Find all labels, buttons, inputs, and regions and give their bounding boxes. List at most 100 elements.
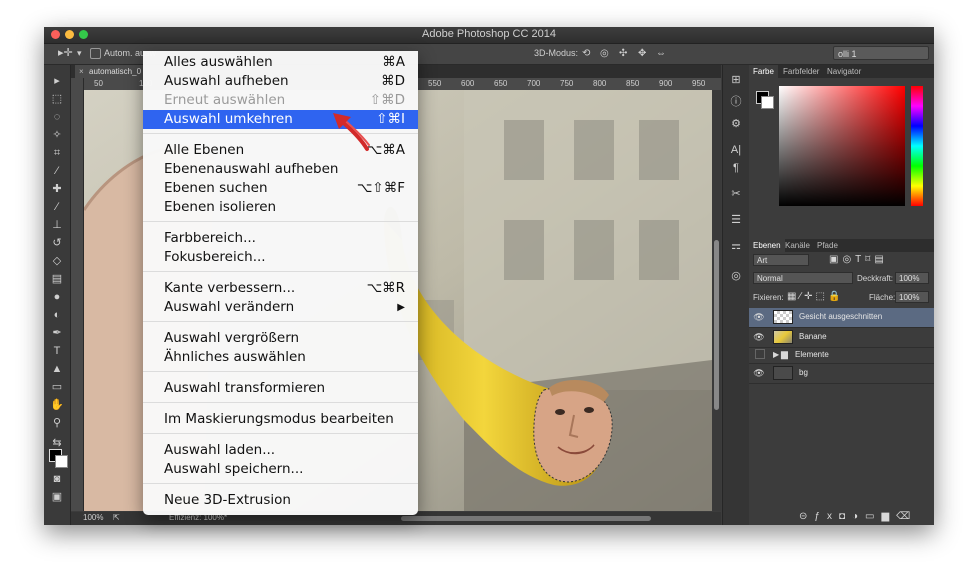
menu-item-deselect-layers[interactable]: Ebenenauswahl aufheben (143, 160, 418, 179)
ruler-tick: 850 (626, 79, 640, 88)
eye-icon[interactable]: 👁 (753, 311, 765, 323)
pen-tool-icon[interactable]: ✒ (48, 325, 66, 341)
move-tool-icon[interactable]: ▸ (48, 73, 66, 89)
layer-row[interactable]: 👁 Banane (749, 328, 934, 348)
shape-tool-icon[interactable]: ▭ (48, 379, 66, 395)
pan-3d-icon[interactable]: ✣ (619, 48, 627, 59)
brush-tool-icon[interactable]: ∕ (48, 199, 66, 215)
gradient-tool-icon[interactable]: ▤ (48, 271, 66, 287)
tab-layers[interactable]: Ebenen (749, 239, 785, 252)
menu-item-refine-edge[interactable]: Kante verbessern... ⌥⌘R (143, 279, 418, 298)
tab-channels[interactable]: Kanäle (781, 239, 814, 252)
clone-stamp-tool-icon[interactable]: ⊥ (48, 217, 66, 233)
tab-swatches[interactable]: Farbfelder (779, 65, 823, 78)
panel-icon-strip: ⊞ ⓘ ⚙ A| ¶ ✂ ☰ ⚎ ◎ (722, 65, 750, 525)
eyedropper-tool-icon[interactable]: ⁄ (48, 163, 66, 179)
menu-item-all-layers[interactable]: Alle Ebenen ⌥⌘A (143, 141, 418, 160)
eye-icon[interactable]: 👁 (753, 331, 765, 343)
menu-item-transform-selection[interactable]: Auswahl transformieren (143, 379, 418, 398)
color-panel-background-swatch[interactable] (761, 96, 774, 109)
menu-item-modify[interactable]: Auswahl verändern ▶ (143, 298, 418, 317)
tab-navigator[interactable]: Navigator (823, 65, 865, 78)
menu-separator (143, 133, 418, 134)
tool-presets-icon[interactable]: ⚙ (728, 117, 744, 132)
menu-item-save-selection[interactable]: Auswahl speichern... (143, 460, 418, 479)
tool-preset-chevron-icon[interactable]: ▾ (77, 48, 82, 59)
layer-row[interactable]: ▶ ▆ Elemente (749, 348, 934, 364)
menu-item-new-3d-extrusion[interactable]: Neue 3D-Extrusion (143, 491, 418, 510)
scroll-thumb[interactable] (714, 240, 719, 410)
tab-paths[interactable]: Pfade (813, 239, 842, 252)
layer-filter-select[interactable]: Art (753, 254, 809, 266)
path-selection-tool-icon[interactable]: ▲ (48, 361, 66, 377)
lock-label: Fixieren: (753, 293, 784, 302)
history-brush-tool-icon[interactable]: ↺ (48, 235, 66, 251)
export-icon[interactable]: ⇱ (113, 513, 120, 522)
layer-thumbnail (773, 330, 793, 344)
menu-item-similar[interactable]: Ähnliches auswählen (143, 348, 418, 367)
marquee-tool-icon[interactable]: ⬚ (48, 91, 66, 107)
hand-tool-icon[interactable]: ✋ (48, 397, 66, 413)
history-panel-icon[interactable]: ⊞ (728, 73, 744, 88)
document-tab-title: automatisch_0 (89, 67, 142, 76)
color-picker-field[interactable] (779, 86, 905, 206)
paragraph-panel-icon[interactable]: ¶ (728, 161, 744, 176)
menu-item-focus-area[interactable]: Fokusbereich... (143, 248, 418, 267)
dodge-tool-icon[interactable]: ◐ (48, 307, 66, 323)
quick-mask-icon[interactable]: ◙ (48, 471, 66, 487)
menu-item-quick-mask[interactable]: Im Maskierungsmodus bearbeiten (143, 410, 418, 429)
layer-row[interactable]: 👁 bg (749, 364, 934, 384)
menu-item-grow[interactable]: Auswahl vergrößern (143, 329, 418, 348)
auto-select-checkbox[interactable] (90, 48, 101, 59)
menu-item-color-range[interactable]: Farbbereich... (143, 229, 418, 248)
background-color-swatch[interactable] (55, 455, 68, 468)
fill-field[interactable]: 100% (895, 291, 929, 303)
eraser-tool-icon[interactable]: ◇ (48, 253, 66, 269)
menu-item-isolate-layers[interactable]: Ebenen isolieren (143, 198, 418, 217)
canvas-horizontal-scrollbar[interactable] (401, 516, 651, 521)
scale-3d-icon[interactable]: ⇔ (656, 48, 666, 59)
adjustments-panel-icon[interactable]: ☰ (728, 213, 744, 228)
menu-separator (143, 483, 418, 484)
menu-item-find-layers[interactable]: Ebenen suchen ⌥⇧⌘F (143, 179, 418, 198)
info-panel-icon[interactable]: ⓘ (728, 95, 744, 110)
color-panel-tabs: Farbe Farbfelder Navigator (749, 65, 934, 78)
lasso-tool-icon[interactable]: ◌ (48, 109, 66, 125)
canvas-vertical-scrollbar[interactable] (712, 90, 721, 511)
zoom-tool-icon[interactable]: ⚲ (48, 415, 66, 431)
eye-icon[interactable]: 👁 (753, 367, 765, 379)
close-tab-icon[interactable]: × (79, 65, 84, 78)
hue-slider[interactable] (911, 86, 923, 206)
magic-wand-tool-icon[interactable]: ✧ (48, 127, 66, 143)
healing-brush-tool-icon[interactable]: ✚ (48, 181, 66, 197)
type-tool-icon[interactable]: T (48, 343, 66, 359)
brush-settings-icon[interactable]: ✂ (728, 187, 744, 202)
orbit-3d-icon[interactable]: ⟲ (582, 48, 590, 59)
workspace-select[interactable]: olli 1 (833, 46, 929, 60)
menu-item-load-selection[interactable]: Auswahl laden... (143, 441, 418, 460)
screen-mode-icon[interactable]: ▣ (48, 489, 66, 505)
zoom-level[interactable]: 100% (83, 513, 103, 522)
crop-tool-icon[interactable]: ⌗ (48, 145, 66, 161)
visibility-toggle[interactable] (755, 349, 765, 359)
layer-actions[interactable]: ⊝ƒx◘◑▭▆⌫ (799, 511, 917, 522)
opacity-field[interactable]: 100% (895, 272, 929, 284)
roll-3d-icon[interactable]: ◎ (600, 48, 609, 59)
character-panel-icon[interactable]: A| (728, 143, 744, 158)
layer-filter-icons[interactable]: ▣◎T⌑▤ (829, 254, 888, 265)
mode-3d-label: 3D-Modus: (534, 48, 579, 58)
layer-row[interactable]: 👁 Gesicht ausgeschnitten (749, 308, 934, 328)
properties-panel-icon[interactable]: ⚎ (728, 239, 744, 254)
submenu-arrow-icon: ▶ (397, 302, 405, 313)
blend-mode-select[interactable]: Normal (753, 272, 853, 284)
paths-panel-icon[interactable]: ◎ (728, 269, 744, 284)
slide-3d-icon[interactable]: ✥ (638, 48, 646, 59)
menu-item-deselect[interactable]: Auswahl aufheben ⌘D (143, 72, 418, 91)
menu-item-inverse[interactable]: Auswahl umkehren ⇧⌘I (143, 110, 418, 129)
expand-group-icon[interactable]: ▶ (773, 350, 779, 359)
move-tool-icon[interactable]: ▸✛ (58, 46, 73, 59)
lock-icons[interactable]: ▦∕✛⬚🔒 (787, 291, 843, 302)
blur-tool-icon[interactable]: ● (48, 289, 66, 305)
tab-color[interactable]: Farbe (749, 65, 778, 78)
menu-item-select-all[interactable]: Alles auswählen ⌘A (143, 53, 418, 72)
